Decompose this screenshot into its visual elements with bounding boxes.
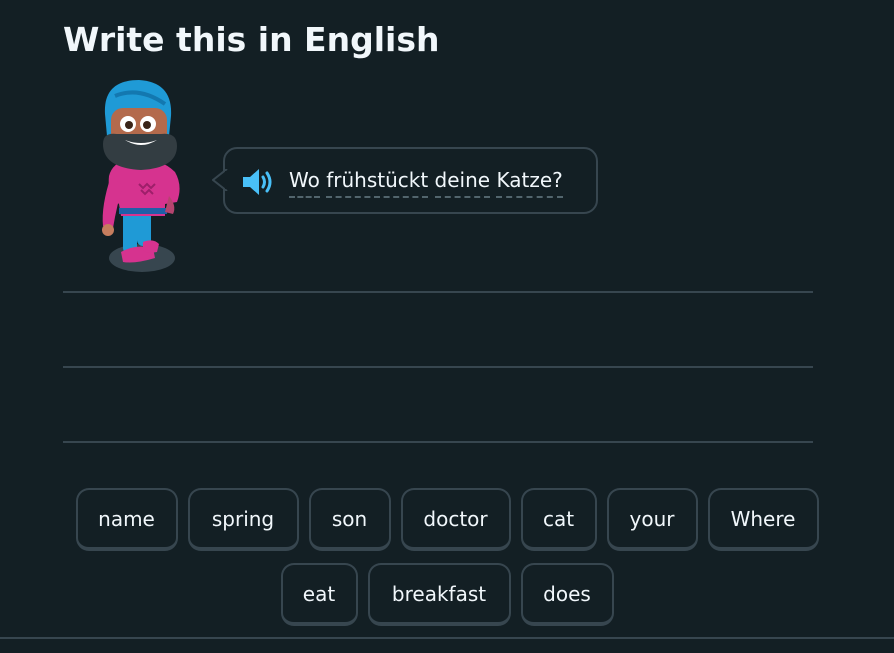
word-chip-breakfast[interactable]: breakfast	[367, 563, 511, 626]
word-chip-son[interactable]: son	[308, 488, 391, 551]
footer-divider	[0, 637, 894, 639]
prompt-bubble: Wo frühstückt deine Katze?	[212, 147, 598, 214]
exercise-page: Write this in English Wo frühstückt dein…	[0, 0, 894, 653]
character-illustration	[95, 76, 185, 276]
word-chip-cat[interactable]: cat	[520, 488, 597, 551]
speaker-icon[interactable]	[241, 167, 277, 197]
prompt-word[interactable]: frühstückt	[326, 168, 429, 198]
answer-line[interactable]	[63, 291, 813, 293]
prompt-word[interactable]: Katze?	[496, 168, 563, 198]
word-chip-where[interactable]: Where	[707, 488, 819, 551]
answer-line[interactable]	[63, 366, 813, 368]
word-chip-doctor[interactable]: doctor	[400, 488, 511, 551]
prompt-word[interactable]: deine	[434, 168, 491, 198]
page-title: Write this in English	[63, 20, 440, 59]
word-chip-your[interactable]: your	[606, 488, 698, 551]
word-chip-does[interactable]: does	[520, 563, 614, 626]
prompt-word[interactable]: Wo	[289, 168, 320, 198]
prompt-sentence: Wo frühstückt deine Katze?	[289, 168, 563, 198]
character-icon	[102, 80, 180, 272]
word-chip-spring[interactable]: spring	[187, 488, 299, 551]
word-bank-row: eat breakfast does	[0, 563, 894, 626]
word-bank-row: name spring son doctor cat your Where	[0, 488, 894, 551]
word-chip-eat[interactable]: eat	[280, 563, 358, 626]
answer-line[interactable]	[63, 441, 813, 443]
word-chip-name[interactable]: name	[75, 488, 178, 551]
